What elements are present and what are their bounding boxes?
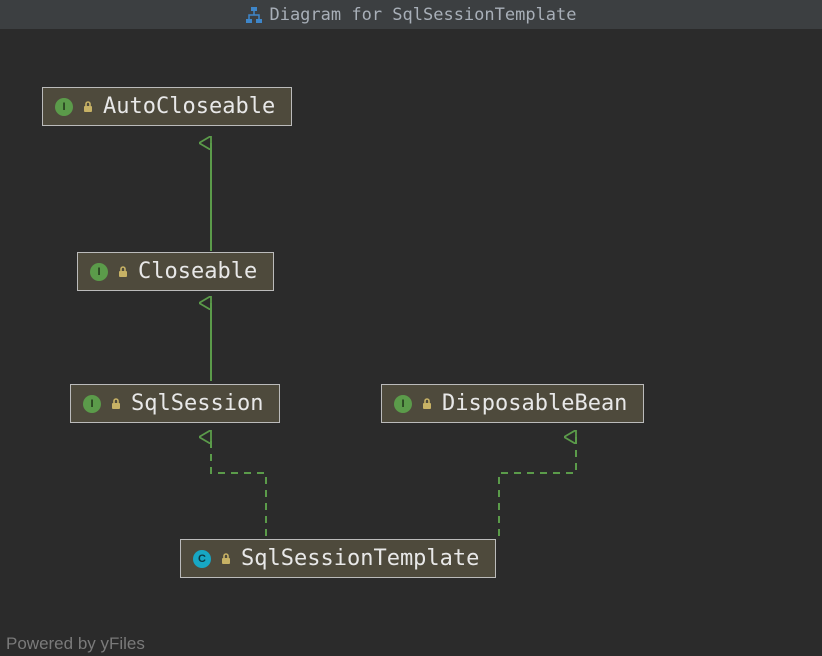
interface-badge-icon: I bbox=[83, 395, 101, 413]
interface-badge-icon: I bbox=[394, 395, 412, 413]
node-autocloseable[interactable]: I AutoCloseable bbox=[42, 87, 292, 126]
diagram-header: Diagram for SqlSessionTemplate bbox=[0, 0, 822, 29]
node-label: DisposableBean bbox=[442, 391, 627, 416]
diagram-canvas[interactable]: I AutoCloseable I Closeable I SqlSession… bbox=[0, 29, 822, 656]
node-label: Closeable bbox=[138, 259, 257, 284]
class-badge-icon: C bbox=[193, 550, 211, 568]
lock-icon bbox=[116, 265, 130, 279]
node-label: AutoCloseable bbox=[103, 94, 275, 119]
interface-badge-icon: I bbox=[90, 263, 108, 281]
interface-badge-icon: I bbox=[55, 98, 73, 116]
node-disposablebean[interactable]: I DisposableBean bbox=[381, 384, 644, 423]
diagram-title: Diagram for SqlSessionTemplate bbox=[269, 5, 576, 25]
node-label: SqlSession bbox=[131, 391, 263, 416]
node-sqlsessiontemplate[interactable]: C SqlSessionTemplate bbox=[180, 539, 496, 578]
lock-icon bbox=[219, 552, 233, 566]
node-sqlsession[interactable]: I SqlSession bbox=[70, 384, 280, 423]
lock-icon bbox=[420, 397, 434, 411]
lock-icon bbox=[109, 397, 123, 411]
lock-icon bbox=[81, 100, 95, 114]
diagram-icon bbox=[245, 6, 263, 24]
node-closeable[interactable]: I Closeable bbox=[77, 252, 274, 291]
powered-by-label: Powered by yFiles bbox=[6, 634, 145, 654]
node-label: SqlSessionTemplate bbox=[241, 546, 479, 571]
